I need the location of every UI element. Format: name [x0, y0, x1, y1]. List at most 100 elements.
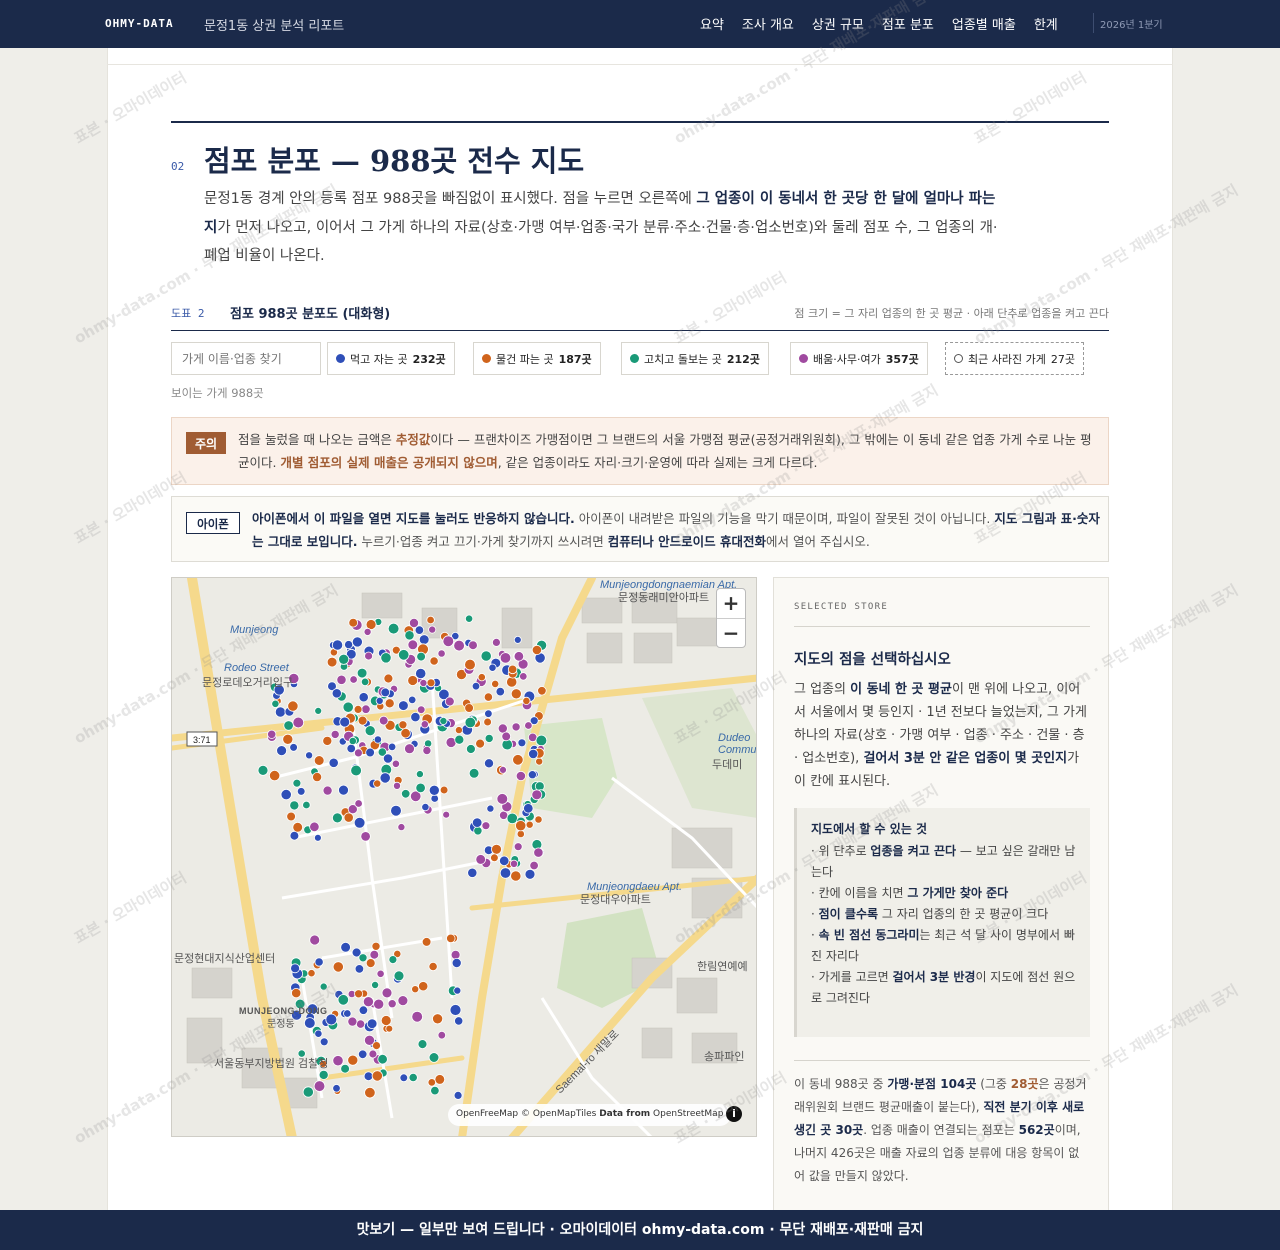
store-dot[interactable]: [302, 800, 311, 810]
store-dot[interactable]: [331, 812, 343, 824]
store-dot[interactable]: [444, 696, 455, 707]
store-dot[interactable]: [257, 764, 269, 776]
store-dot[interactable]: [528, 748, 539, 759]
store-dot[interactable]: [410, 712, 421, 723]
store-dot[interactable]: [353, 817, 366, 829]
store-dot[interactable]: [338, 784, 349, 796]
store-dot[interactable]: [322, 785, 333, 796]
store-dot[interactable]: [535, 734, 548, 747]
store-dot[interactable]: [390, 804, 402, 817]
store-dot[interactable]: [372, 1041, 381, 1051]
store-dot[interactable]: [309, 934, 321, 946]
store-dot[interactable]: [439, 785, 449, 795]
nav-link-scale[interactable]: 상권 규모: [812, 14, 864, 33]
store-dot[interactable]: [408, 618, 419, 629]
store-dot[interactable]: [533, 847, 544, 858]
store-dot[interactable]: [464, 658, 476, 671]
store-dot[interactable]: [499, 765, 507, 774]
store-dot[interactable]: [356, 667, 368, 679]
store-distribution-map[interactable]: Munjeongdongnaemian Apt. 문정동래미안아파트 Munje…: [171, 577, 757, 1137]
store-dot[interactable]: [314, 706, 323, 715]
store-dot[interactable]: [353, 748, 363, 758]
store-dot[interactable]: [499, 867, 512, 879]
store-dot[interactable]: [304, 1017, 316, 1029]
store-dot[interactable]: [421, 803, 430, 812]
store-dot[interactable]: [407, 675, 419, 686]
store-dot[interactable]: [385, 1024, 394, 1033]
store-search-input[interactable]: [171, 342, 321, 375]
store-dot[interactable]: [269, 770, 281, 782]
store-dot[interactable]: [326, 656, 338, 668]
store-dot[interactable]: [513, 636, 522, 644]
store-dot[interactable]: [343, 812, 354, 823]
store-dot[interactable]: [340, 1063, 350, 1074]
store-dot[interactable]: [428, 961, 438, 972]
store-dot[interactable]: [483, 758, 494, 769]
store-dot[interactable]: [366, 1018, 378, 1030]
store-dot[interactable]: [446, 933, 456, 944]
nav-link-summary[interactable]: 요약: [700, 14, 724, 33]
store-dot[interactable]: [408, 1072, 418, 1083]
store-dot[interactable]: [428, 625, 437, 634]
store-dot[interactable]: [369, 949, 380, 960]
store-dot[interactable]: [473, 826, 483, 836]
store-dot[interactable]: [534, 781, 545, 792]
store-dot[interactable]: [292, 822, 303, 833]
nav-link-distribution[interactable]: 점포 분포: [882, 14, 934, 33]
store-dot[interactable]: [397, 823, 406, 832]
store-dot[interactable]: [332, 1055, 344, 1067]
store-dot[interactable]: [302, 1086, 314, 1098]
store-dot[interactable]: [464, 716, 477, 729]
store-dot[interactable]: [347, 1054, 359, 1066]
store-dot[interactable]: [393, 970, 405, 982]
store-dot[interactable]: [419, 679, 428, 688]
store-dot[interactable]: [338, 653, 350, 665]
store-dot[interactable]: [314, 957, 324, 967]
store-dot[interactable]: [454, 1016, 464, 1026]
store-dot[interactable]: [464, 614, 474, 623]
store-dot[interactable]: [292, 716, 305, 729]
store-dot[interactable]: [331, 688, 342, 699]
store-dot[interactable]: [430, 794, 439, 803]
store-dot[interactable]: [442, 810, 451, 819]
store-dot[interactable]: [486, 804, 495, 813]
store-dot[interactable]: [307, 969, 316, 978]
store-dot[interactable]: [377, 1054, 388, 1065]
store-dot[interactable]: [364, 1087, 376, 1099]
store-dot[interactable]: [391, 759, 400, 768]
store-dot[interactable]: [450, 949, 461, 960]
store-dot[interactable]: [454, 726, 463, 735]
store-dot[interactable]: [421, 937, 432, 947]
store-dot[interactable]: [490, 853, 499, 863]
store-dot[interactable]: [407, 695, 417, 705]
store-dot[interactable]: [415, 770, 424, 779]
store-dot[interactable]: [480, 650, 492, 662]
store-dot[interactable]: [519, 672, 528, 681]
store-dot[interactable]: [271, 699, 280, 708]
store-dot[interactable]: [499, 855, 510, 867]
store-dot[interactable]: [384, 698, 395, 709]
store-dot[interactable]: [467, 867, 478, 878]
store-dot[interactable]: [274, 706, 286, 718]
store-dot[interactable]: [305, 751, 314, 760]
store-dot[interactable]: [515, 770, 526, 782]
store-dot[interactable]: [483, 692, 493, 702]
store-dot[interactable]: [373, 735, 382, 744]
store-dot[interactable]: [415, 667, 427, 680]
store-dot[interactable]: [276, 745, 287, 757]
store-dot[interactable]: [417, 1039, 428, 1050]
store-dot[interactable]: [371, 941, 381, 951]
store-dot[interactable]: [380, 1015, 392, 1026]
store-dot[interactable]: [477, 673, 486, 682]
store-dot[interactable]: [340, 941, 351, 953]
store-dot[interactable]: [426, 678, 436, 688]
store-dot[interactable]: [280, 789, 292, 801]
store-dot[interactable]: [358, 1005, 369, 1015]
store-dot[interactable]: [365, 747, 375, 758]
store-dot[interactable]: [506, 812, 519, 825]
store-dot[interactable]: [512, 754, 524, 766]
store-dot[interactable]: [400, 789, 411, 799]
store-dot[interactable]: [468, 640, 478, 650]
store-dot[interactable]: [297, 1049, 306, 1058]
store-dot[interactable]: [496, 793, 509, 805]
